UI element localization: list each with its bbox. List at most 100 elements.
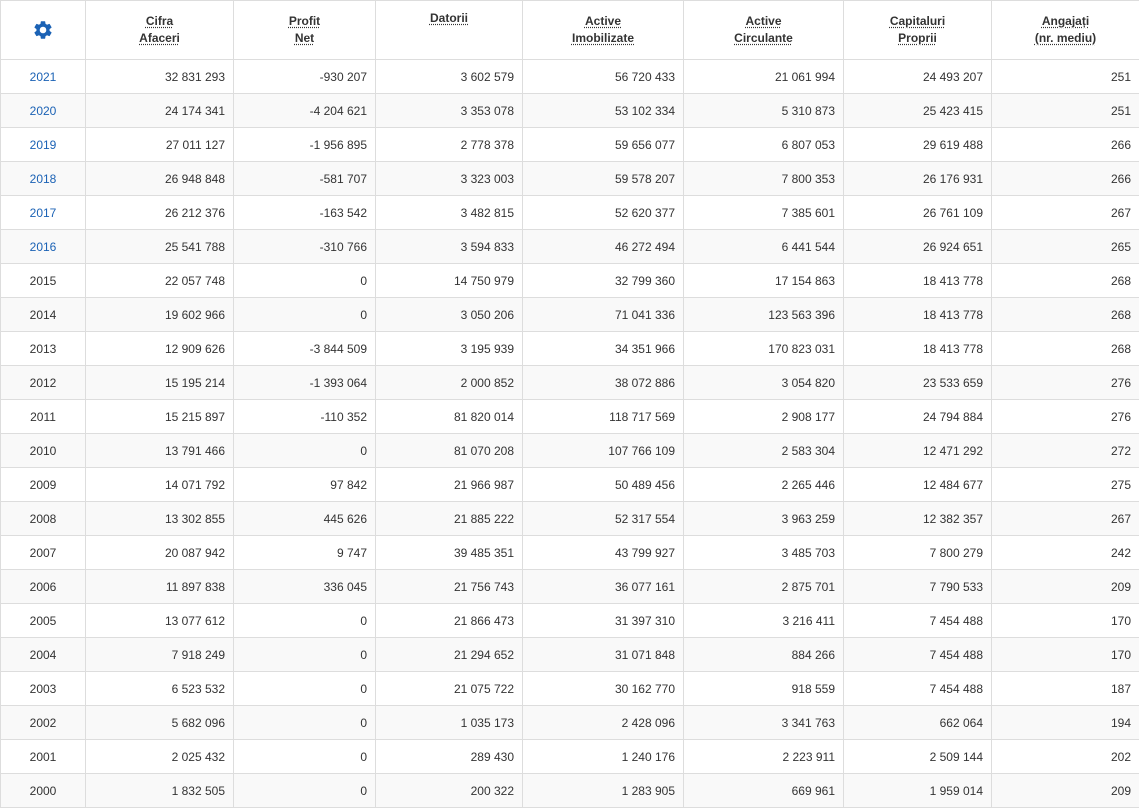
year-cell: 2007 bbox=[1, 536, 86, 570]
year-cell: 2005 bbox=[1, 604, 86, 638]
header-line-2: Afaceri bbox=[94, 30, 225, 47]
year-cell: 2006 bbox=[1, 570, 86, 604]
cifra-afaceri-cell: 27 011 127 bbox=[86, 128, 234, 162]
table-row: 201522 057 748014 750 97932 799 36017 15… bbox=[1, 264, 1139, 298]
capitaluri-proprii-cell: 7 454 488 bbox=[844, 638, 992, 672]
table-row: 200914 071 79297 84221 966 98750 489 456… bbox=[1, 468, 1139, 502]
table-row: 20047 918 249021 294 65231 071 848884 26… bbox=[1, 638, 1139, 672]
capitaluri-proprii-cell: 7 790 533 bbox=[844, 570, 992, 604]
year-link[interactable]: 2021 bbox=[30, 70, 57, 84]
datorii-cell: 3 050 206 bbox=[376, 298, 523, 332]
capitaluri-proprii-cell: 26 761 109 bbox=[844, 196, 992, 230]
year-label: 2006 bbox=[30, 580, 57, 594]
year-label: 2000 bbox=[30, 784, 57, 798]
year-cell: 2001 bbox=[1, 740, 86, 774]
active-imobilizate-cell: 2 428 096 bbox=[523, 706, 684, 740]
datorii-cell: 3 594 833 bbox=[376, 230, 523, 264]
active-circulante-cell: 2 223 911 bbox=[684, 740, 844, 774]
year-cell: 2020 bbox=[1, 94, 86, 128]
column-header-cifra-afaceri[interactable]: CifraAfaceri bbox=[86, 1, 234, 60]
header-line-2: Circulante bbox=[692, 30, 835, 47]
datorii-cell: 3 195 939 bbox=[376, 332, 523, 366]
year-label: 2010 bbox=[30, 444, 57, 458]
column-header-active-circulante[interactable]: ActiveCirculante bbox=[684, 1, 844, 60]
active-imobilizate-cell: 30 162 770 bbox=[523, 672, 684, 706]
column-header-profit-net[interactable]: ProfitNet bbox=[234, 1, 376, 60]
angajati-cell: 268 bbox=[992, 332, 1139, 366]
cifra-afaceri-cell: 26 212 376 bbox=[86, 196, 234, 230]
year-link[interactable]: 2018 bbox=[30, 172, 57, 186]
active-circulante-cell: 918 559 bbox=[684, 672, 844, 706]
datorii-cell: 3 602 579 bbox=[376, 60, 523, 94]
header-line-2: (nr. mediu) bbox=[1000, 30, 1131, 47]
angajati-cell: 272 bbox=[992, 434, 1139, 468]
angajati-cell: 170 bbox=[992, 638, 1139, 672]
year-cell: 2004 bbox=[1, 638, 86, 672]
profit-net-cell: 0 bbox=[234, 740, 376, 774]
year-label: 2002 bbox=[30, 716, 57, 730]
angajati-cell: 276 bbox=[992, 400, 1139, 434]
capitaluri-proprii-cell: 25 423 415 bbox=[844, 94, 992, 128]
year-cell: 2000 bbox=[1, 774, 86, 808]
profit-net-cell: -310 766 bbox=[234, 230, 376, 264]
cifra-afaceri-cell: 24 174 341 bbox=[86, 94, 234, 128]
angajati-cell: 251 bbox=[992, 60, 1139, 94]
column-header-active-imobilizate[interactable]: ActiveImobilizate bbox=[523, 1, 684, 60]
table-row: 200513 077 612021 866 47331 397 3103 216… bbox=[1, 604, 1139, 638]
cifra-afaceri-cell: 6 523 532 bbox=[86, 672, 234, 706]
year-link[interactable]: 2019 bbox=[30, 138, 57, 152]
active-circulante-cell: 2 583 304 bbox=[684, 434, 844, 468]
capitaluri-proprii-cell: 662 064 bbox=[844, 706, 992, 740]
header-line-1: Cifra bbox=[94, 13, 225, 30]
active-imobilizate-cell: 118 717 569 bbox=[523, 400, 684, 434]
angajati-cell: 209 bbox=[992, 774, 1139, 808]
capitaluri-proprii-cell: 7 454 488 bbox=[844, 604, 992, 638]
year-label: 2013 bbox=[30, 342, 57, 356]
table-row: 2002 5 682 09601 035 1732 428 0963 341 76… bbox=[1, 706, 1139, 740]
column-header-capitaluri-proprii[interactable]: CapitaluriProprii bbox=[844, 1, 992, 60]
year-cell: 2012 bbox=[1, 366, 86, 400]
angajati-cell: 170 bbox=[992, 604, 1139, 638]
active-imobilizate-cell: 34 351 966 bbox=[523, 332, 684, 366]
cifra-afaceri-cell: 11 897 838 bbox=[86, 570, 234, 604]
column-header-datorii[interactable]: Datorii bbox=[376, 1, 523, 60]
cifra-afaceri-cell: 19 602 966 bbox=[86, 298, 234, 332]
profit-net-cell: 0 bbox=[234, 604, 376, 638]
active-imobilizate-cell: 36 077 161 bbox=[523, 570, 684, 604]
active-circulante-cell: 7 800 353 bbox=[684, 162, 844, 196]
year-link[interactable]: 2016 bbox=[30, 240, 57, 254]
datorii-cell: 39 485 351 bbox=[376, 536, 523, 570]
active-circulante-cell: 2 265 446 bbox=[684, 468, 844, 502]
capitaluri-proprii-cell: 12 484 677 bbox=[844, 468, 992, 502]
active-circulante-cell: 21 061 994 bbox=[684, 60, 844, 94]
active-imobilizate-cell: 52 620 377 bbox=[523, 196, 684, 230]
profit-net-cell: -1 956 895 bbox=[234, 128, 376, 162]
profit-net-cell: 0 bbox=[234, 706, 376, 740]
angajati-cell: 267 bbox=[992, 196, 1139, 230]
active-imobilizate-cell: 46 272 494 bbox=[523, 230, 684, 264]
year-cell: 2021 bbox=[1, 60, 86, 94]
datorii-cell: 2 000 852 bbox=[376, 366, 523, 400]
table-body: 202132 831 293-930 2073 602 57956 720 43… bbox=[1, 60, 1139, 808]
profit-net-cell: 0 bbox=[234, 434, 376, 468]
active-imobilizate-cell: 1 283 905 bbox=[523, 774, 684, 808]
gear-icon[interactable] bbox=[32, 19, 54, 41]
active-circulante-cell: 3 341 763 bbox=[684, 706, 844, 740]
table-row: 202132 831 293-930 2073 602 57956 720 43… bbox=[1, 60, 1139, 94]
table-row: 20036 523 532021 075 72230 162 770918 55… bbox=[1, 672, 1139, 706]
active-imobilizate-cell: 59 578 207 bbox=[523, 162, 684, 196]
datorii-cell: 21 966 987 bbox=[376, 468, 523, 502]
year-cell: 2002 bbox=[1, 706, 86, 740]
profit-net-cell: -163 542 bbox=[234, 196, 376, 230]
active-circulante-cell: 6 441 544 bbox=[684, 230, 844, 264]
active-circulante-cell: 3 963 259 bbox=[684, 502, 844, 536]
profit-net-cell: 0 bbox=[234, 774, 376, 808]
cifra-afaceri-cell: 5 682 096 bbox=[86, 706, 234, 740]
header-line-1: Capitaluri bbox=[852, 13, 983, 30]
column-header-angajati[interactable]: Angajați(nr. mediu) bbox=[992, 1, 1139, 60]
year-link[interactable]: 2017 bbox=[30, 206, 57, 220]
year-link[interactable]: 2020 bbox=[30, 104, 57, 118]
datorii-cell: 1 035 173 bbox=[376, 706, 523, 740]
cifra-afaceri-cell: 26 948 848 bbox=[86, 162, 234, 196]
financial-table: CifraAfaceri ProfitNet Datorii ActiveImo… bbox=[0, 0, 1139, 808]
